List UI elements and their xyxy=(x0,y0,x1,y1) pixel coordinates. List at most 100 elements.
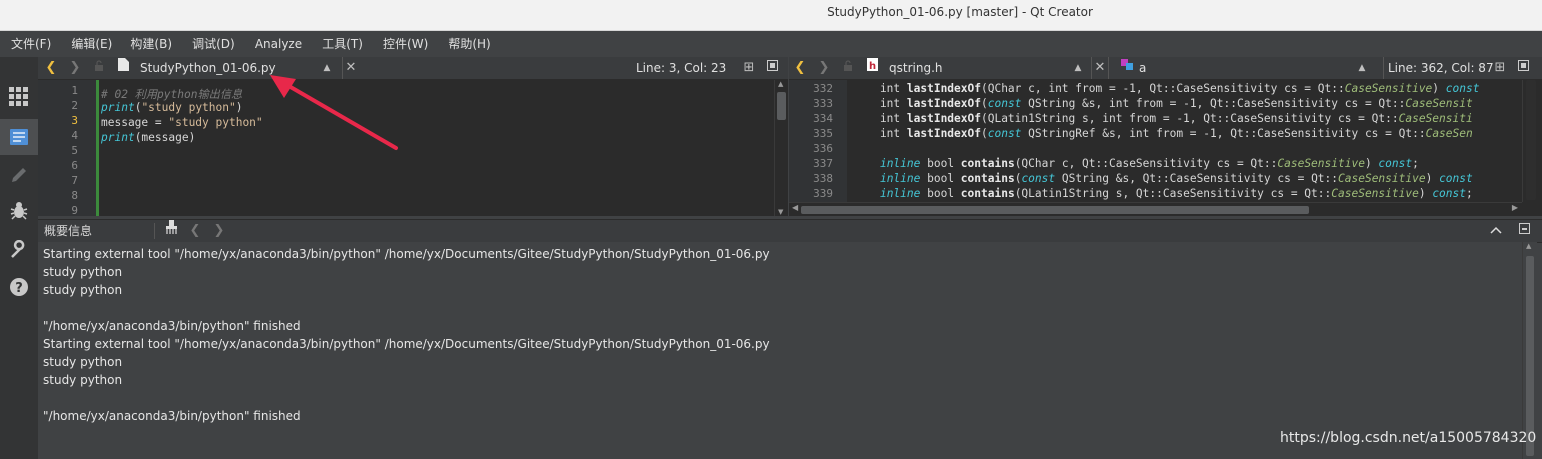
line-number: 9 xyxy=(71,204,78,216)
code-line: inline bool contains(QLatin1String s, Qt… xyxy=(879,187,1473,200)
menu-edit[interactable]: 编辑(E) xyxy=(71,31,112,57)
scroll-right-icon[interactable]: ▶ xyxy=(1512,203,1518,212)
lock-icon xyxy=(841,57,855,79)
line-number: 5 xyxy=(71,144,78,157)
symbol-dropdown-icon[interactable]: ▲ xyxy=(1357,57,1367,79)
watermark: https://blog.csdn.net/a15005784320 xyxy=(1280,430,1537,446)
line-number: 335 xyxy=(813,127,833,140)
line-number: 338 xyxy=(813,172,833,185)
code-line: inline bool contains(const QString &s, Q… xyxy=(879,172,1473,185)
close-file-icon[interactable]: ✕ xyxy=(1091,57,1109,79)
welcome-icon[interactable] xyxy=(0,79,38,115)
change-marker xyxy=(96,80,99,216)
nav-forward-icon[interactable]: ❯ xyxy=(68,57,82,79)
code-line: int lastIndexOf(const QStringRef &s, int… xyxy=(853,127,1473,140)
maximize-pane-icon[interactable] xyxy=(1488,220,1504,242)
code-line: inline bool contains(QChar c, Qt::CaseSe… xyxy=(879,157,1419,170)
window-title: StudyPython_01-06.py [master] - Qt Creat… xyxy=(827,5,1093,19)
split-icon[interactable]: ⊞ xyxy=(1491,57,1509,79)
line-number: 336 xyxy=(813,142,833,155)
nav-back-icon[interactable]: ❮ xyxy=(793,57,807,79)
nav-back-icon[interactable]: ❮ xyxy=(44,57,58,79)
scroll-track xyxy=(1526,80,1536,200)
symbol-selector[interactable]: a xyxy=(1139,57,1146,79)
line-number: 8 xyxy=(71,189,78,202)
menu-widgets[interactable]: 控件(W) xyxy=(383,31,428,57)
file-dropdown-icon[interactable]: ▲ xyxy=(1073,57,1083,79)
svg-text:h: h xyxy=(868,61,875,71)
annotation-arrow-icon xyxy=(270,75,398,150)
left-cursor-position[interactable]: Line: 3, Col: 23 xyxy=(636,57,726,79)
line-number: 339 xyxy=(813,187,833,200)
lock-icon xyxy=(92,57,106,79)
split-icon[interactable]: ⊞ xyxy=(740,57,758,79)
close-split-icon[interactable] xyxy=(1515,57,1531,79)
horizontal-scroll-thumb[interactable] xyxy=(801,206,1309,214)
prev-item-icon[interactable]: ❮ xyxy=(188,220,202,242)
help-icon[interactable]: ? xyxy=(0,269,38,305)
title-bar: StudyPython_01-06.py [master] - Qt Creat… xyxy=(0,0,1542,31)
left-code-editor[interactable]: 1 2 3 4 5 6 7 8 9 # 02 利用python输出信息 print… xyxy=(38,80,788,216)
clear-output-icon[interactable] xyxy=(164,220,180,242)
line-number: 6 xyxy=(71,159,78,172)
output-line: study python xyxy=(43,283,123,297)
output-line: Starting external tool "/home/yx/anacond… xyxy=(43,337,770,351)
toolbar-divider xyxy=(154,223,155,239)
menu-analyze[interactable]: Analyze xyxy=(255,31,302,57)
menu-debug[interactable]: 调试(D) xyxy=(192,31,235,57)
mode-selector: ? xyxy=(0,57,38,459)
next-item-icon[interactable]: ❯ xyxy=(212,220,226,242)
output-vertical-scrollbar[interactable]: ▲ xyxy=(1522,242,1537,459)
line-number: 332 xyxy=(813,82,833,95)
scroll-down-icon[interactable]: ▼ xyxy=(778,208,783,216)
output-line: study python xyxy=(43,265,123,279)
code-line: print(message) xyxy=(101,131,196,144)
design-icon[interactable] xyxy=(0,157,38,193)
output-pane-toolbar: 概要信息 ❮ ❯ xyxy=(38,219,1542,243)
scroll-up-icon[interactable]: ▲ xyxy=(1526,242,1531,250)
edit-icon[interactable] xyxy=(0,119,38,155)
code-line: int lastIndexOf(const QString &s, int fr… xyxy=(853,97,1473,110)
menu-file[interactable]: 文件(F) xyxy=(11,31,51,57)
right-horizontal-scrollbar[interactable]: ◀ ▶ xyxy=(789,202,1522,216)
output-line: "/home/yx/anaconda3/bin/python" finished xyxy=(43,319,301,333)
line-number: 2 xyxy=(71,99,78,112)
right-file-name[interactable]: qstring.h xyxy=(889,57,942,79)
header-file-icon: h xyxy=(865,57,879,79)
right-cursor-position[interactable]: Line: 362, Col: 87 xyxy=(1383,57,1494,79)
output-pane[interactable]: Starting external tool "/home/yx/anacond… xyxy=(38,242,1522,459)
projects-icon[interactable] xyxy=(0,232,38,268)
line-number-gutter: 332 333 334 335 336 337 338 339 xyxy=(789,80,847,216)
code-line: int lastIndexOf(QLatin1String s, int fro… xyxy=(853,112,1473,125)
left-file-name[interactable]: StudyPython_01-06.py xyxy=(140,57,276,79)
line-number: 1 xyxy=(71,84,78,97)
output-line: study python xyxy=(43,355,123,369)
file-icon xyxy=(116,57,130,79)
debug-icon[interactable] xyxy=(0,193,38,229)
line-number: 7 xyxy=(71,174,78,187)
menu-tools[interactable]: 工具(T) xyxy=(322,31,363,57)
output-pane-title[interactable]: 概要信息 xyxy=(44,220,92,242)
nav-forward-icon[interactable]: ❯ xyxy=(817,57,831,79)
scroll-thumb[interactable] xyxy=(777,92,786,120)
scroll-left-icon[interactable]: ◀ xyxy=(792,203,798,212)
close-pane-icon[interactable] xyxy=(1516,220,1532,242)
scroll-up-icon[interactable]: ▲ xyxy=(778,80,783,88)
symbol-icon xyxy=(1119,57,1135,79)
code-line: int lastIndexOf(QChar c, int from = -1, … xyxy=(853,82,1480,95)
output-line: study python xyxy=(43,373,123,387)
right-code-editor[interactable]: 332 333 334 335 336 337 338 339 int last… xyxy=(789,80,1542,216)
left-vertical-scrollbar[interactable]: ▲ ▼ xyxy=(774,80,788,216)
line-number: 4 xyxy=(71,129,78,142)
menu-build[interactable]: 构建(B) xyxy=(130,31,172,57)
right-editor-toolbar: ❮ ❯ h qstring.h ▲ ✕ a ▲ Line: 362, Col: … xyxy=(789,57,1542,80)
output-line: Starting external tool "/home/yx/anacond… xyxy=(43,247,770,261)
code-line: message = "study python" xyxy=(101,116,263,129)
right-vertical-scrollbar[interactable] xyxy=(1522,80,1542,202)
left-editor-toolbar: ❮ ❯ StudyPython_01-06.py ▲ ✕ Line: 3, Co… xyxy=(38,57,788,80)
close-split-icon[interactable] xyxy=(764,57,780,79)
menu-bar: 文件(F) 编辑(E) 构建(B) 调试(D) Analyze 工具(T) 控件… xyxy=(0,31,1542,57)
scroll-thumb[interactable] xyxy=(1526,256,1534,456)
code-line: # 02 利用python输出信息 xyxy=(101,88,243,101)
menu-help[interactable]: 帮助(H) xyxy=(448,31,490,57)
